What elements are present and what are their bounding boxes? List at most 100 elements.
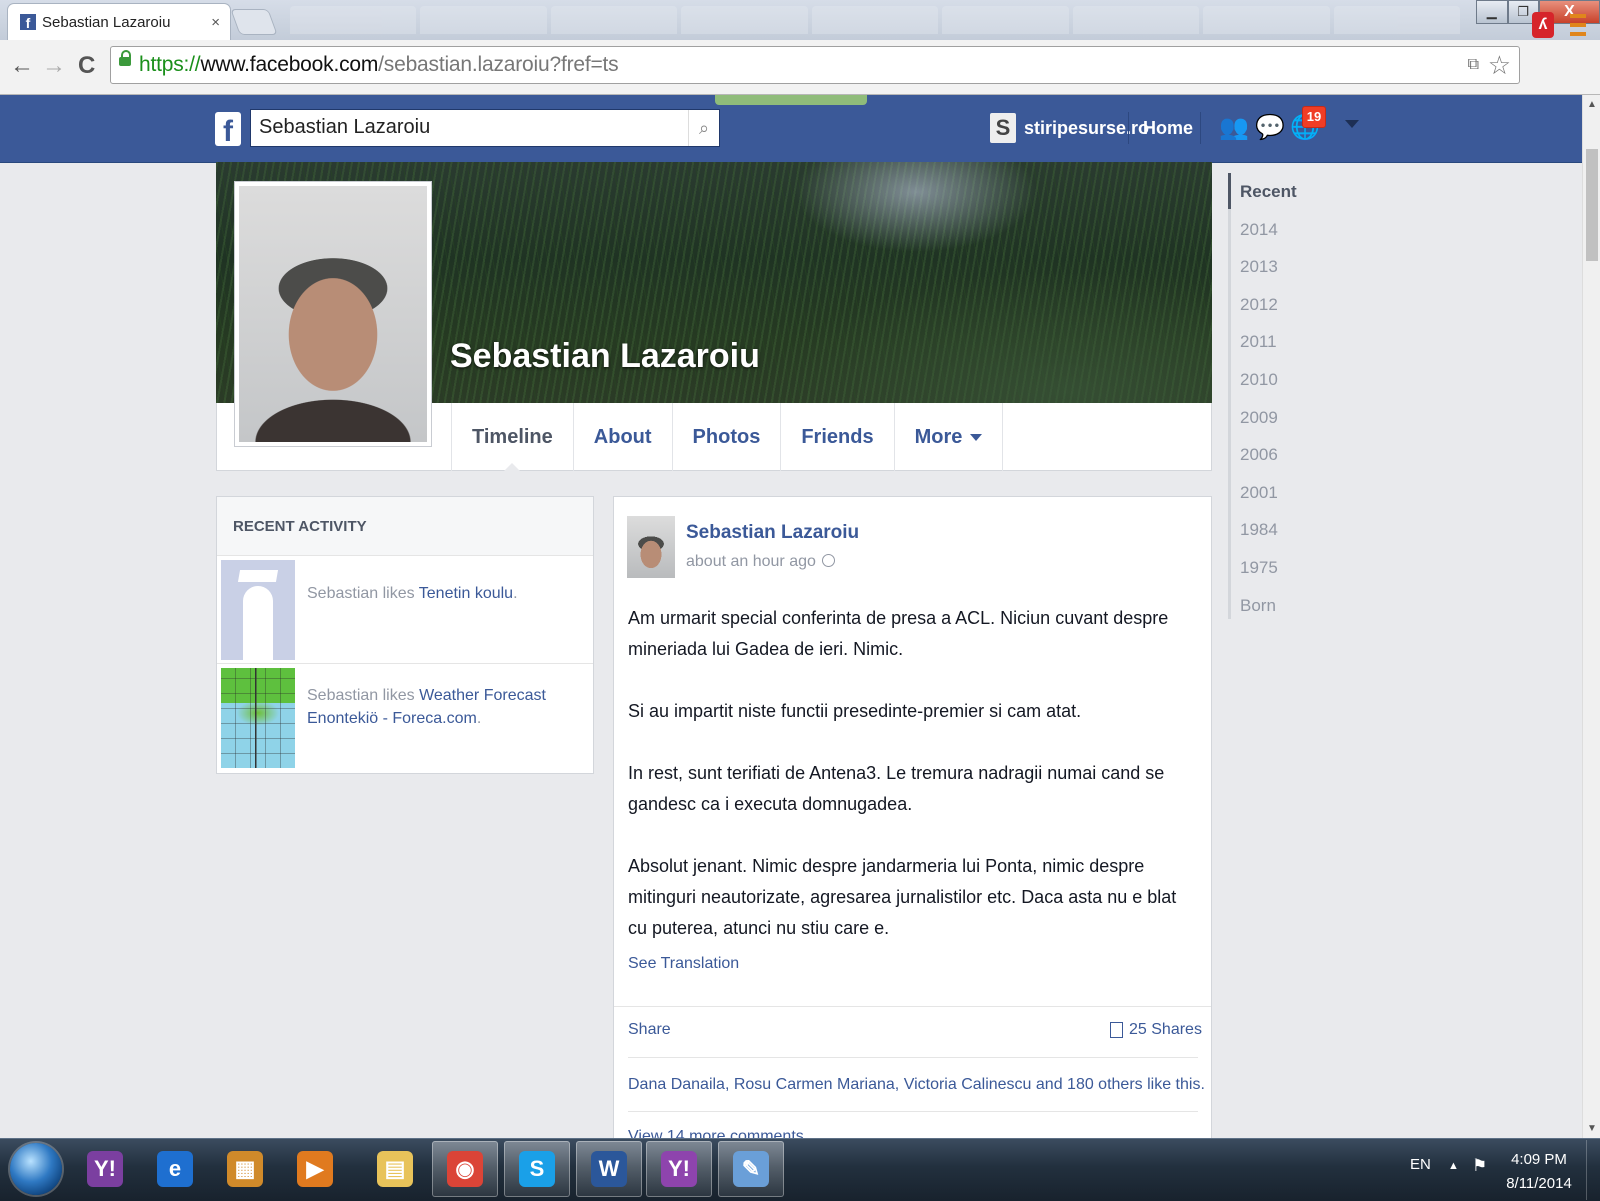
background-tabs	[290, 6, 1460, 34]
menu-icon[interactable]	[1570, 14, 1586, 36]
nav-divider	[1200, 112, 1201, 144]
system-clock[interactable]: 4:09 PM 8/11/2014	[1500, 1148, 1578, 1196]
page-shortcut-link[interactable]: S stiripesurse.ro	[990, 112, 1149, 144]
year-2006[interactable]: 2006	[1228, 436, 1348, 474]
reload-button[interactable]: C	[78, 52, 95, 80]
divider	[628, 1111, 1198, 1112]
chevron-down-icon	[970, 433, 983, 441]
year-recent[interactable]: Recent	[1228, 173, 1348, 211]
forward-button[interactable]: →	[42, 52, 66, 80]
globe-icon	[821, 554, 835, 567]
lock-icon	[119, 50, 131, 66]
see-translation-link[interactable]: See Translation	[628, 955, 739, 973]
recent-activity-title: RECENT ACTIVITY	[217, 497, 593, 556]
share-button[interactable]: Share	[628, 1021, 671, 1039]
shares-count[interactable]: 25 Shares	[1110, 1021, 1202, 1039]
scroll-thumb[interactable]	[1586, 149, 1598, 261]
timeline-years-nav: Recent 2014 2013 2012 2011 2010 2009 200…	[1228, 173, 1348, 624]
facebook-search: ⌕	[250, 109, 720, 147]
year-2014[interactable]: 2014	[1228, 211, 1348, 249]
facebook-logo-icon[interactable]: f	[215, 112, 241, 147]
file-explorer-icon: ▤	[377, 1151, 413, 1187]
tab-close-icon[interactable]: ×	[211, 14, 220, 31]
loading-indicator	[715, 95, 867, 105]
clock-time: 4:09 PM	[1511, 1151, 1567, 1168]
year-2013[interactable]: 2013	[1228, 248, 1348, 286]
browser-toolbar: ← → C https://www.facebook.com/sebastian…	[0, 40, 1600, 95]
friends-icon[interactable]: 👥	[1219, 114, 1249, 142]
address-bar[interactable]: https://www.facebook.com/sebastian.lazar…	[110, 46, 1520, 84]
internet-explorer-icon: e	[157, 1151, 193, 1187]
recent-activity-box: RECENT ACTIVITY Sebastian likes Tenetin …	[216, 496, 594, 774]
media-player-icon: ▶	[297, 1151, 333, 1187]
clock-date: 8/11/2014	[1506, 1175, 1572, 1192]
browser-tab-active[interactable]: f Sebastian Lazaroiu ×	[8, 4, 230, 40]
scroll-up-icon[interactable]: ▲	[1587, 99, 1597, 110]
paint-icon: ✎	[733, 1151, 769, 1187]
action-center-flag-icon[interactable]: ⚑	[1472, 1156, 1487, 1176]
liked-page-link[interactable]: Tenetin koulu	[419, 585, 513, 602]
extension-icon[interactable]: ʎ	[1532, 12, 1554, 38]
taskbar-internet-explorer[interactable]: e	[142, 1141, 208, 1197]
facebook-favicon-icon: f	[20, 14, 36, 30]
story-author[interactable]: Sebastian Lazaroiu	[686, 522, 859, 544]
taskbar-yahoo-messenger-2[interactable]: Y!	[646, 1141, 712, 1197]
taskbar-media-player[interactable]: ▶	[282, 1141, 348, 1197]
tab-about[interactable]: About	[572, 403, 672, 471]
tab-more[interactable]: More	[893, 403, 1004, 471]
story-text: Am urmarit special conferinta de presa a…	[628, 608, 1177, 938]
year-2001[interactable]: 2001	[1228, 474, 1348, 512]
star-icon[interactable]: ☆	[1488, 50, 1511, 81]
minimize-button[interactable]: ▁	[1476, 0, 1508, 24]
weather-map-thumbnail[interactable]	[221, 668, 295, 768]
tab-title: Sebastian Lazaroiu	[42, 13, 171, 31]
page-scrollbar[interactable]: ▲ ▼	[1582, 95, 1600, 1138]
taskbar-yahoo-messenger[interactable]: Y!	[72, 1141, 138, 1197]
graduation-cap-icon[interactable]	[221, 560, 295, 660]
story-timestamp[interactable]: about an hour ago	[686, 553, 835, 571]
taskbar-archive-app[interactable]: ▦	[212, 1141, 278, 1197]
author-avatar[interactable]	[627, 516, 675, 578]
search-input[interactable]	[251, 110, 687, 144]
profile-tabs: Timeline About Photos Friends More	[451, 403, 1004, 472]
url-text[interactable]: https://www.facebook.com/sebastian.lazar…	[139, 53, 619, 77]
show-desktop-button[interactable]	[1586, 1140, 1600, 1200]
language-indicator[interactable]: EN	[1410, 1156, 1431, 1173]
archive-app-icon: ▦	[227, 1151, 263, 1187]
chrome-icon: ◉	[447, 1151, 483, 1187]
year-2011[interactable]: 2011	[1228, 323, 1348, 361]
taskbar-paint[interactable]: ✎	[718, 1141, 784, 1197]
account-menu-icon[interactable]	[1345, 120, 1359, 128]
year-2010[interactable]: 2010	[1228, 361, 1348, 399]
year-1975[interactable]: 1975	[1228, 549, 1348, 587]
list-item[interactable]: Sebastian likes Tenetin koulu.	[217, 556, 593, 664]
taskbar-chrome[interactable]: ◉	[432, 1141, 498, 1197]
back-button[interactable]: ←	[10, 52, 34, 80]
tab-photos[interactable]: Photos	[671, 403, 781, 471]
tab-timeline[interactable]: Timeline	[451, 403, 573, 472]
search-icon[interactable]: ⌕	[688, 110, 719, 146]
word-icon: W	[591, 1151, 627, 1187]
nav-divider	[1128, 112, 1129, 144]
home-link[interactable]: Home	[1143, 118, 1193, 139]
list-item[interactable]: Sebastian likes Weather Forecast Enontek…	[217, 664, 593, 772]
year-2009[interactable]: 2009	[1228, 399, 1348, 437]
page-avatar-icon: S	[990, 113, 1016, 143]
divider	[628, 1057, 1198, 1058]
translate-icon[interactable]: ⧉	[1468, 56, 1479, 74]
year-2012[interactable]: 2012	[1228, 286, 1348, 324]
start-button[interactable]	[10, 1143, 62, 1195]
tab-friends[interactable]: Friends	[780, 403, 893, 471]
taskbar-word[interactable]: W	[576, 1141, 642, 1197]
messages-icon[interactable]: 💬	[1255, 114, 1285, 142]
shares-icon	[1110, 1022, 1123, 1038]
profile-name[interactable]: Sebastian Lazaroiu	[450, 337, 760, 376]
year-born[interactable]: Born	[1228, 587, 1348, 625]
scroll-down-icon[interactable]: ▼	[1587, 1123, 1597, 1134]
profile-picture[interactable]	[234, 181, 432, 447]
year-1984[interactable]: 1984	[1228, 511, 1348, 549]
likes-summary[interactable]: Dana Danaila, Rosu Carmen Mariana, Victo…	[628, 1076, 1205, 1094]
tray-expand-icon[interactable]: ▲	[1448, 1160, 1459, 1172]
taskbar-skype[interactable]: S	[504, 1141, 570, 1197]
taskbar-file-explorer[interactable]: ▤	[362, 1141, 428, 1197]
